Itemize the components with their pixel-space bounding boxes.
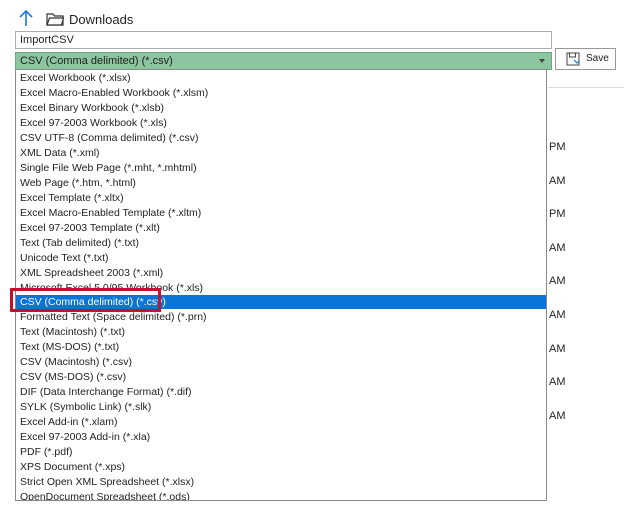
up-arrow-icon[interactable] <box>17 8 35 28</box>
file-type-option[interactable]: XML Data (*.xml) <box>16 146 546 160</box>
file-type-option[interactable]: Text (Tab delimited) (*.txt) <box>16 236 546 250</box>
file-type-option[interactable]: Excel Add-in (*.xlam) <box>16 415 546 429</box>
highlight-annotation-box <box>10 288 161 312</box>
file-type-option[interactable]: Excel 97-2003 Add-in (*.xla) <box>16 430 546 444</box>
file-type-option[interactable]: Excel 97-2003 Template (*.xlt) <box>16 221 546 235</box>
file-type-option[interactable]: Text (MS-DOS) (*.txt) <box>16 340 546 354</box>
file-modified-time: AM <box>549 242 566 254</box>
file-type-option[interactable]: Formatted Text (Space delimited) (*.prn) <box>16 310 546 324</box>
file-modified-time: AM <box>549 175 566 187</box>
file-modified-time: AM <box>549 376 566 388</box>
file-type-option[interactable]: Text (Macintosh) (*.txt) <box>16 325 546 339</box>
file-type-option[interactable]: CSV UTF-8 (Comma delimited) (*.csv) <box>16 131 546 145</box>
save-button[interactable]: Save <box>555 48 616 70</box>
file-type-option[interactable]: SYLK (Symbolic Link) (*.slk) <box>16 400 546 414</box>
file-type-select[interactable]: CSV (Comma delimited) (*.csv) <box>15 52 552 70</box>
file-modified-time: PM <box>549 208 566 220</box>
file-modified-time: PM <box>549 141 566 153</box>
location-bar: Downloads <box>0 0 624 30</box>
file-type-option[interactable]: Excel Workbook (*.xlsx) <box>16 71 546 85</box>
folder-icon <box>46 13 64 26</box>
current-folder-label[interactable]: Downloads <box>69 12 133 27</box>
file-modified-time: AM <box>549 410 566 422</box>
file-type-option[interactable]: OpenDocument Spreadsheet (*.ods) <box>16 490 546 500</box>
file-type-option[interactable]: PDF (*.pdf) <box>16 445 546 459</box>
file-name-input[interactable]: ImportCSV <box>15 31 552 49</box>
file-type-option[interactable]: Excel Macro-Enabled Template (*.xltm) <box>16 206 546 220</box>
file-modified-time: AM <box>549 343 566 355</box>
file-type-option[interactable]: Excel Template (*.xltx) <box>16 191 546 205</box>
file-type-option[interactable]: CSV (Macintosh) (*.csv) <box>16 355 546 369</box>
file-type-option[interactable]: Excel Binary Workbook (*.xlsb) <box>16 101 546 115</box>
file-type-option[interactable]: XML Spreadsheet 2003 (*.xml) <box>16 266 546 280</box>
file-type-option[interactable]: Unicode Text (*.txt) <box>16 251 546 265</box>
file-type-option[interactable]: XPS Document (*.xps) <box>16 460 546 474</box>
file-modified-time: AM <box>549 309 566 321</box>
file-type-option[interactable]: Excel 97-2003 Workbook (*.xls) <box>16 116 546 130</box>
file-type-selected-value: CSV (Comma delimited) (*.csv) <box>20 55 173 67</box>
file-modified-time: AM <box>549 275 566 287</box>
save-icon <box>566 52 580 66</box>
file-type-option[interactable]: DIF (Data Interchange Format) (*.dif) <box>16 385 546 399</box>
file-type-option[interactable]: Excel Macro-Enabled Workbook (*.xlsm) <box>16 86 546 100</box>
save-button-label: Save <box>586 53 609 64</box>
file-type-option[interactable]: Single File Web Page (*.mht, *.mhtml) <box>16 161 546 175</box>
chevron-down-icon[interactable] <box>539 59 545 63</box>
file-type-option[interactable]: CSV (MS-DOS) (*.csv) <box>16 370 546 384</box>
file-type-dropdown-list[interactable]: Excel Workbook (*.xlsx) Excel Macro-Enab… <box>15 69 547 501</box>
file-type-option[interactable]: Web Page (*.htm, *.html) <box>16 176 546 190</box>
divider <box>548 87 624 88</box>
file-type-option[interactable]: Strict Open XML Spreadsheet (*.xlsx) <box>16 475 546 489</box>
